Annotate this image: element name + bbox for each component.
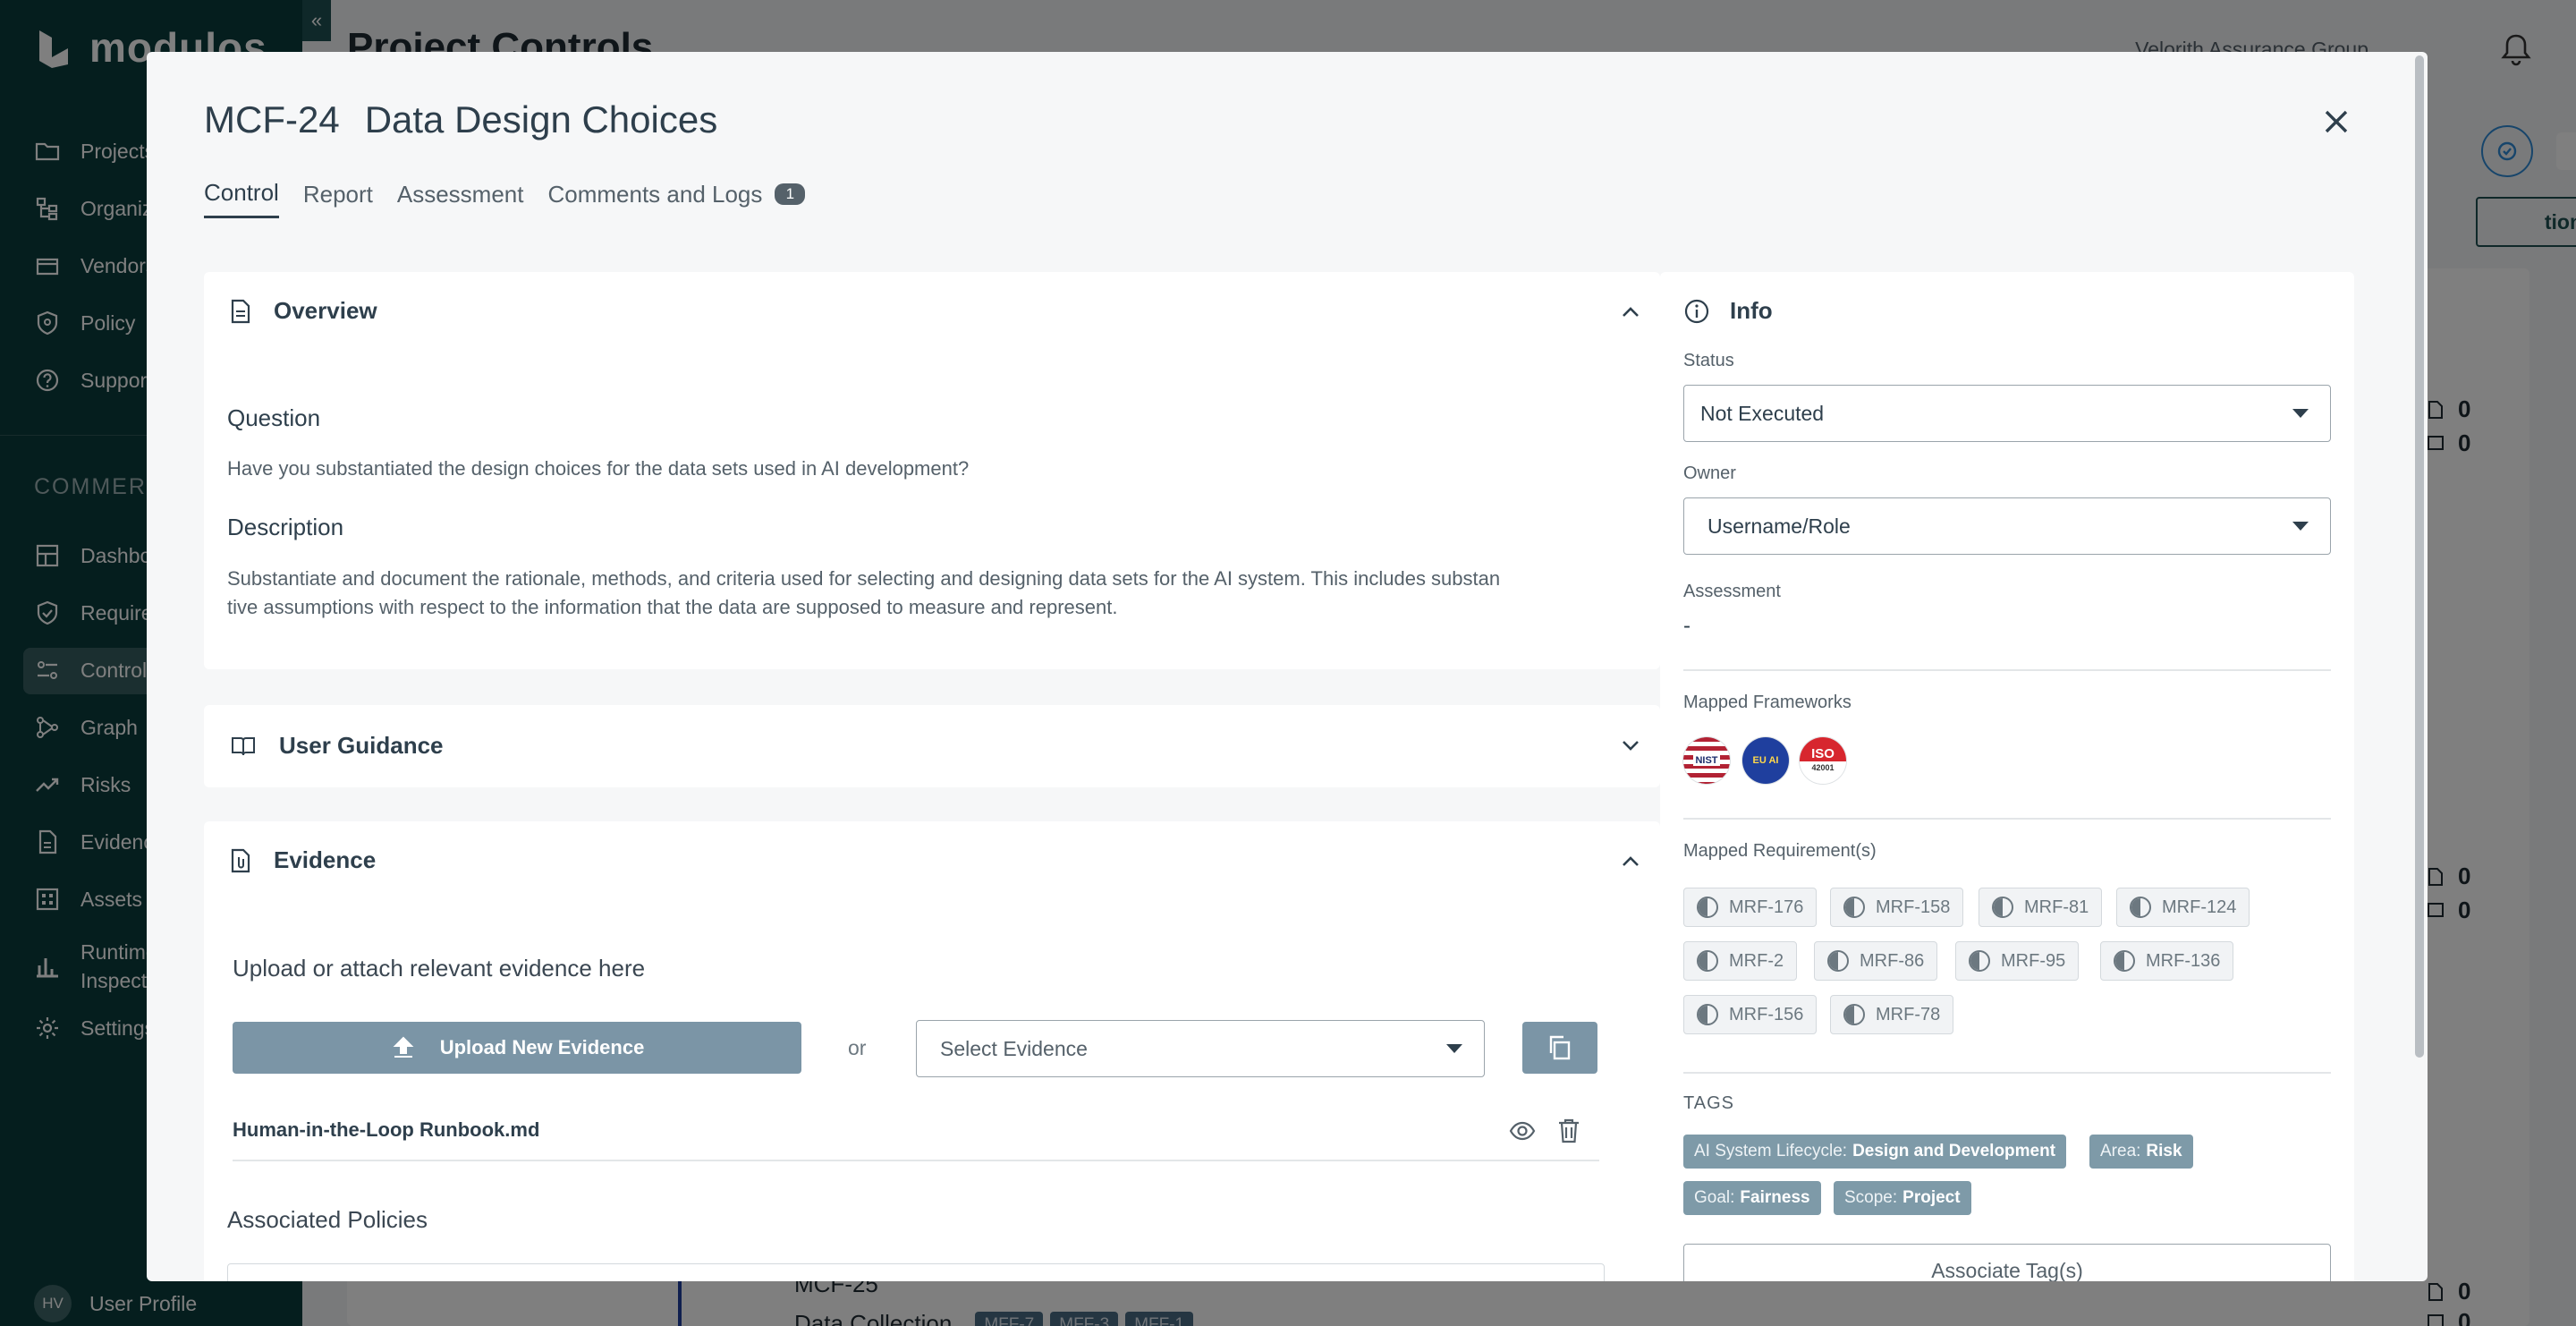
user-guidance-header: User Guidance — [227, 732, 444, 760]
requirement-chip[interactable]: MRF-95 — [1955, 941, 2080, 981]
assessment-value: - — [1683, 614, 1690, 638]
divider — [1683, 818, 2331, 820]
progress-icon — [2130, 897, 2151, 918]
control-detail-modal: MCF-24 Data Design Choices Control Repor… — [147, 52, 2428, 1281]
progress-icon — [1697, 1004, 1718, 1025]
trash-icon[interactable] — [1556, 1117, 1581, 1145]
requirement-chip[interactable]: MRF-136 — [2100, 941, 2234, 981]
question-label: Question — [227, 404, 321, 431]
caret-down-icon — [2292, 409, 2309, 418]
eye-icon[interactable] — [1508, 1117, 1537, 1145]
copy-button[interactable] — [1522, 1022, 1597, 1074]
close-button[interactable] — [2317, 102, 2356, 141]
owner-select[interactable]: Username/Role — [1683, 497, 2331, 555]
progress-icon — [1843, 897, 1865, 918]
chevron-up-icon[interactable] — [1617, 848, 1644, 875]
requirement-chip[interactable]: MRF-124 — [2116, 888, 2250, 927]
associate-tags-button[interactable]: Associate Tag(s) — [1683, 1244, 2331, 1281]
chevron-down-icon[interactable] — [1617, 732, 1644, 759]
modal-tabs: Control Report Assessment Comments and L… — [204, 179, 806, 218]
user-guidance-panel[interactable]: User Guidance — [204, 705, 1660, 787]
owner-label: Owner — [1683, 463, 1736, 483]
tag-lifecycle[interactable]: AI System Lifecycle: Design and Developme… — [1683, 1135, 2067, 1169]
overview-header[interactable]: Overview — [227, 297, 377, 325]
associated-policies-field[interactable] — [227, 1263, 1605, 1281]
tags-label: TAGS — [1683, 1093, 1734, 1113]
tab-label: Assessment — [396, 180, 524, 208]
framework-eu-ai-badge[interactable]: EU AI — [1742, 737, 1789, 784]
assessment-label: Assessment — [1683, 582, 1781, 601]
control-title: Data Design Choices — [364, 98, 718, 140]
progress-icon — [1827, 950, 1849, 972]
requirement-chip[interactable]: MRF-2 — [1683, 941, 1798, 981]
description-text-line1: Substantiate and document the rationale,… — [227, 567, 1501, 590]
upload-icon — [393, 1036, 414, 1058]
question-text: Have you substantiated the design choice… — [227, 457, 970, 480]
evidence-header[interactable]: Evidence — [227, 846, 376, 874]
requirement-chip[interactable]: MRF-176 — [1683, 888, 1818, 927]
owner-value: Username/Role — [1707, 514, 1851, 538]
select-evidence-dropdown[interactable]: Select Evidence — [916, 1020, 1485, 1077]
info-heading: Info — [1730, 297, 1773, 324]
upload-evidence-button[interactable]: Upload New Evidence — [233, 1022, 801, 1074]
description-text-line2: tive assumptions with respect to the inf… — [227, 596, 1118, 618]
progress-icon — [1697, 950, 1718, 972]
requirement-chip[interactable]: MRF-158 — [1830, 888, 1964, 927]
progress-icon — [1992, 897, 2013, 918]
status-value: Not Executed — [1700, 401, 1825, 425]
mapped-frameworks-label: Mapped Frameworks — [1683, 693, 1852, 712]
requirement-chip[interactable]: MRF-81 — [1979, 888, 2103, 927]
chevron-up-icon[interactable] — [1617, 299, 1644, 326]
divider — [1683, 669, 2331, 671]
modal-scrollbar[interactable] — [2415, 55, 2424, 1058]
description-label: Description — [227, 514, 344, 540]
requirement-chip[interactable]: MRF-86 — [1814, 941, 1938, 981]
divider — [233, 1160, 1599, 1161]
tag-goal[interactable]: Goal: Fairness — [1683, 1181, 1821, 1215]
file-attachment-icon — [231, 848, 250, 872]
select-evidence-placeholder: Select Evidence — [940, 1036, 1088, 1060]
framework-iso-badge[interactable]: ISO 42001 — [1800, 737, 1846, 784]
tag-area[interactable]: Area: Risk — [2089, 1135, 2193, 1169]
tag-scope[interactable]: Scope: Project — [1834, 1181, 1971, 1215]
evidence-prompt: Upload or attach relevant evidence here — [233, 955, 646, 982]
tab-label: Control — [204, 179, 279, 206]
caret-down-icon — [1446, 1044, 1462, 1053]
modal-title: MCF-24 Data Design Choices — [204, 98, 717, 141]
control-code: MCF-24 — [204, 98, 340, 140]
status-select[interactable]: Not Executed — [1683, 385, 2331, 442]
caret-down-icon — [2292, 522, 2309, 531]
close-icon — [2325, 110, 2348, 133]
tab-assessment[interactable]: Assessment — [397, 179, 524, 218]
info-icon — [1684, 299, 1709, 323]
tab-label: Comments and Logs — [547, 180, 763, 208]
tab-report[interactable]: Report — [303, 179, 373, 218]
requirement-chip[interactable]: MRF-78 — [1830, 995, 1954, 1034]
divider — [1683, 1072, 2331, 1074]
tab-comments-and-logs[interactable]: Comments and Logs 1 — [547, 179, 806, 218]
overview-heading: Overview — [274, 297, 377, 324]
tab-control[interactable]: Control — [204, 179, 279, 218]
comments-count-badge: 1 — [775, 183, 806, 205]
requirement-chip[interactable]: MRF-156 — [1683, 995, 1818, 1034]
associated-policies-label: Associated Policies — [227, 1206, 428, 1233]
copy-icon — [1549, 1035, 1571, 1060]
upload-button-label: Upload New Evidence — [439, 1036, 645, 1058]
user-guidance-heading: User Guidance — [279, 732, 444, 759]
framework-nist-badge[interactable]: NIST — [1683, 737, 1730, 784]
evidence-heading: Evidence — [274, 846, 377, 873]
progress-icon — [1969, 950, 1990, 972]
tab-label: Report — [302, 180, 373, 208]
overview-panel: Overview Question Have you substantiated… — [204, 272, 1660, 669]
evidence-file-name[interactable]: Human-in-the-Loop Runbook.md — [233, 1118, 539, 1142]
progress-icon — [1843, 1004, 1865, 1025]
progress-icon — [1697, 897, 1718, 918]
progress-icon — [2114, 950, 2135, 972]
document-icon — [231, 299, 250, 323]
book-icon — [232, 736, 255, 755]
or-separator: or — [848, 1036, 867, 1059]
status-label: Status — [1683, 351, 1734, 370]
info-header: Info — [1683, 297, 1773, 325]
mapped-requirements-label: Mapped Requirement(s) — [1683, 841, 1877, 861]
